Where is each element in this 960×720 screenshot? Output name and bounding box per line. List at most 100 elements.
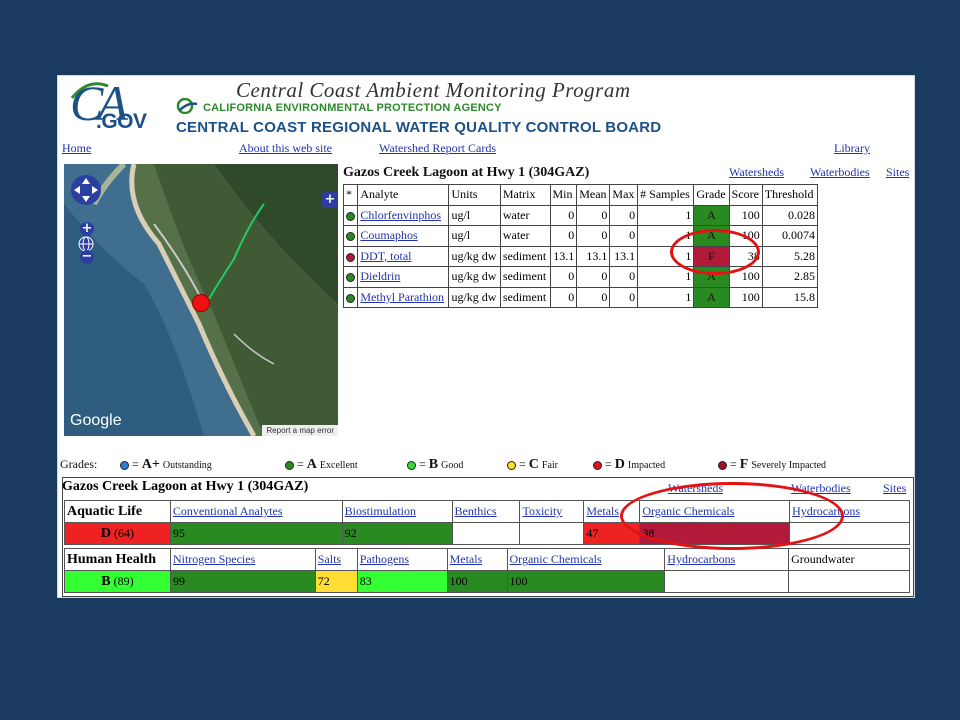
cell-score: 100 [728,286,763,308]
map-pan-control[interactable] [70,174,102,206]
cell-analyte[interactable]: Coumaphos [357,225,450,247]
summary-sites-link[interactable]: Sites [883,481,906,496]
category-cell[interactable]: Pathogens [356,548,448,571]
legend-item: = A Excellent [285,457,358,473]
score-cell: 83 [356,570,448,593]
legend-item: = F Severely Impacted [718,457,826,473]
cell-matrix: sediment [499,245,551,267]
cell-mean: 0 [576,286,611,308]
col-header: Matrix [499,184,551,206]
status-dot-cell [342,225,359,247]
analyte-row: Methyl Parathion ug/kg dw sediment 0 0 0 1 A 100… [342,286,819,308]
cell-score: 100 [728,204,763,226]
sites-link[interactable]: Sites [886,165,909,180]
analyte-link[interactable]: DDT, total [360,249,411,263]
station-marker[interactable] [192,294,210,312]
cell-analyte[interactable]: DDT, total [357,245,450,267]
category-cell[interactable]: Salts [314,548,358,571]
cell-max: 13.1 [609,245,639,267]
cell-matrix: sediment [499,266,551,288]
cell-max: 0 [609,286,639,308]
cell-max: 0 [609,225,639,247]
report-card-title: Gazos Creek Lagoon at Hwy 1 (304GAZ) [62,479,309,494]
human-score-row: B (89) 99 72 83 100 100 [64,570,910,593]
cell-grade: A [693,204,730,226]
legend-dot-icon [120,460,129,470]
human-grade-cell: B (89) [64,570,171,593]
cell-samples: 1 [637,204,695,226]
cell-grade: A [693,286,730,308]
cell-units: ug/kg dw [448,245,501,267]
category-cell[interactable]: Metals [446,548,508,571]
score-cell: 100 [506,570,666,593]
status-dot-cell [342,245,359,267]
aquatic-life-label: Aquatic Life [64,500,171,523]
legend-item: = D Impacted [593,457,665,473]
cell-analyte[interactable]: Dieldrin [357,266,450,288]
human-health-table: Human Health Nitrogen Species Salts Path… [64,548,910,593]
zoom-in-button[interactable]: + [80,222,94,236]
legend-item: = C Fair [507,457,558,473]
cell-units: ug/l [448,204,501,226]
cell-min: 0 [549,225,578,247]
analyte-link[interactable]: Dieldrin [360,269,400,283]
watersheds-link[interactable]: Watersheds [729,165,784,180]
analyte-row: Chlorfenvinphos ug/l water 0 0 0 1 A 100 0.028 [342,204,819,226]
program-title: Central Coast Ambient Monitoring Program [236,78,631,102]
nav-library-link[interactable]: Library [834,141,870,156]
cell-samples: 1 [637,286,695,308]
legend-dot-icon [507,460,516,470]
col-header: Grade [693,184,730,206]
category-cell[interactable]: Conventional Analytes [169,500,343,523]
col-header: Analyte [357,184,450,206]
analyte-link[interactable]: Coumaphos [360,228,417,242]
category-cell[interactable]: Nitrogen Species [169,548,316,571]
logo-gov-text: .GOV [96,110,147,133]
board-name: CENTRAL COAST REGIONAL WATER QUALITY CON… [176,119,662,136]
cell-mean: 0 [576,204,611,226]
nav-about-link[interactable]: About this web site [239,141,332,156]
cell-threshold: 0.0074 [761,225,819,247]
report-map-error-link[interactable]: Report a map error [262,425,338,436]
cell-mean: 13.1 [576,245,611,267]
cell-threshold: 5.28 [761,245,819,267]
cell-matrix: water [499,225,551,247]
legend-item: = B Good [407,457,463,473]
score-cell: 99 [169,570,316,593]
cell-max: 0 [609,266,639,288]
calepa-leaf-icon [176,98,198,114]
category-cell[interactable]: Toxicity [519,500,585,523]
cell-analyte[interactable]: Chlorfenvinphos [357,204,450,226]
cell-mean: 0 [576,266,611,288]
highlight-circle-grade-f [670,229,760,275]
category-cell[interactable]: Biostimulation [341,500,453,523]
category-cell: Groundwater [788,548,910,571]
category-cell[interactable]: Hydrocarbons [664,548,790,571]
col-header: * [342,184,359,206]
score-cell [519,522,585,545]
nav-home-link[interactable]: Home [62,141,91,156]
score-cell [664,570,790,593]
col-header: Score [728,184,763,206]
score-cell: 100 [446,570,508,593]
analyte-link[interactable]: Methyl Parathion [360,290,444,304]
col-header: # Samples [637,184,695,206]
analyte-link[interactable]: Chlorfenvinphos [360,208,441,222]
waterbodies-link[interactable]: Waterbodies [810,165,870,180]
map-expand-button[interactable]: + [322,192,338,208]
cell-units: ug/kg dw [448,286,501,308]
legend-dot-icon [285,460,294,470]
category-cell[interactable]: Benthics [451,500,521,523]
analyte-row: Dieldrin ug/kg dw sediment 0 0 0 1 A 100 2.85 [342,266,819,288]
cell-analyte[interactable]: Methyl Parathion [357,286,450,308]
satellite-map[interactable]: + − + Google Report a map error [64,164,338,436]
human-category-row: Human Health Nitrogen Species Salts Path… [64,548,910,571]
cell-threshold: 2.85 [761,266,819,288]
cell-threshold: 15.8 [761,286,819,308]
zoom-out-button[interactable]: − [80,250,94,264]
category-cell[interactable]: Organic Chemicals [506,548,666,571]
cell-threshold: 0.028 [761,204,819,226]
col-header: Min [549,184,578,206]
ca-gov-logo[interactable]: CA .GOV [66,76,158,136]
nav-report-cards-link[interactable]: Watershed Report Cards [379,141,496,156]
